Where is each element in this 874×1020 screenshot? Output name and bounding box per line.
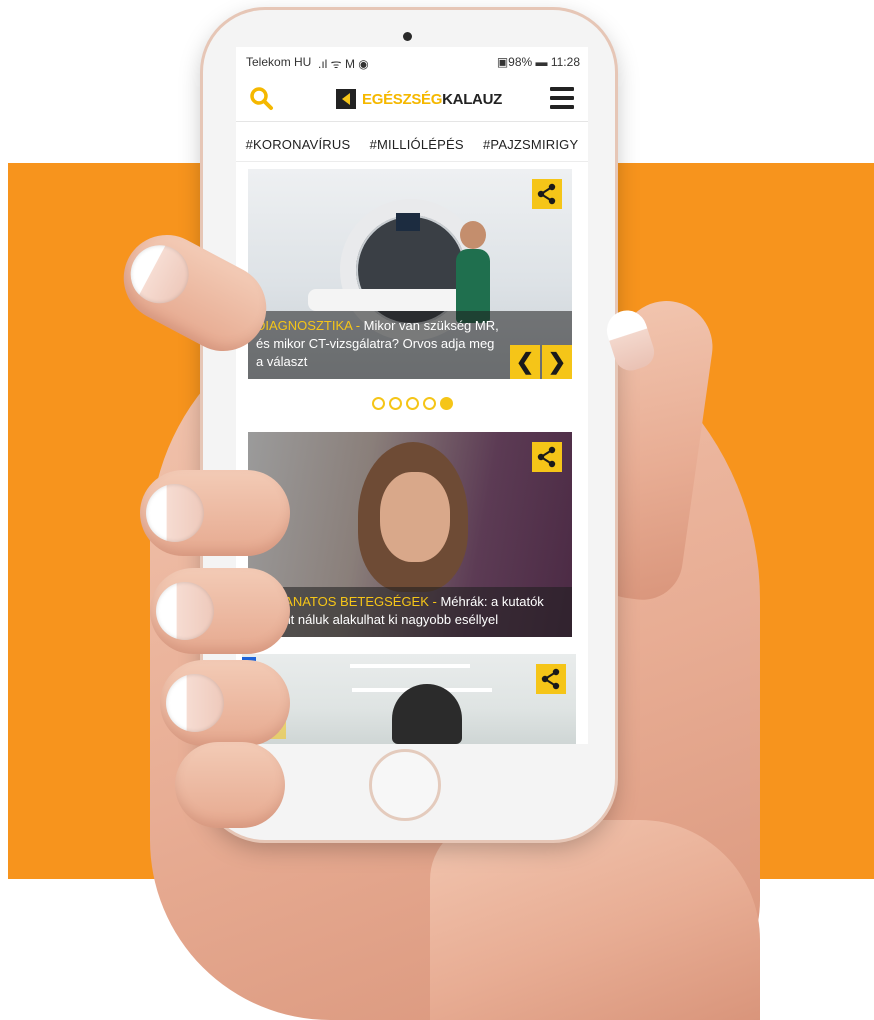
middle-finger <box>140 470 290 556</box>
carousel-dot[interactable] <box>422 397 436 410</box>
doctor-head <box>460 221 486 249</box>
hand-wrist <box>430 820 760 1020</box>
carousel-dot[interactable] <box>388 397 402 410</box>
carousel-next-button[interactable]: ❯ <box>542 345 572 379</box>
carousel-dot[interactable] <box>371 397 385 410</box>
carousel-dot[interactable] <box>439 397 453 410</box>
phone-screen: Telekom HU .ıl ᯤ M ◉ ▣98% ▬ 11:28 EGÉSZS… <box>236 47 588 744</box>
hamburger-menu-icon[interactable] <box>550 87 574 109</box>
little-finger <box>160 660 290 746</box>
logo-text-part2: KALAUZ <box>442 90 502 108</box>
front-camera <box>403 32 412 41</box>
carousel-dots <box>236 397 588 410</box>
article-card-partial[interactable] <box>242 654 576 744</box>
battery-time: ▣98% ▬ 11:28 <box>496 55 580 69</box>
fingernail <box>156 582 214 640</box>
share-button[interactable] <box>536 664 566 694</box>
site-header: EGÉSZSÉG KALAUZ <box>236 77 588 122</box>
logo-mark-icon <box>336 89 356 109</box>
carousel-arrows: ❮ ❯ <box>510 345 572 379</box>
search-icon[interactable] <box>248 85 274 111</box>
share-button[interactable] <box>532 442 562 472</box>
slide-category[interactable]: DIAGNOSZTIKA <box>256 318 352 333</box>
home-button[interactable] <box>369 749 441 821</box>
article-caption: DAGANATOS BETEGSÉGEK - Méhrák: a kutatók… <box>248 587 572 637</box>
share-button[interactable] <box>532 179 562 209</box>
site-logo[interactable]: EGÉSZSÉG KALAUZ <box>336 87 502 111</box>
person-figure <box>392 684 462 744</box>
tag-bar: #KORONAVÍRUS #MILLIÓLÉPÉS #PAJZSMIRIGY <box>236 127 588 162</box>
fingernail <box>146 484 204 542</box>
slide-separator: - <box>352 318 364 333</box>
logo-text-part1: EGÉSZSÉG <box>362 90 443 108</box>
article-image-partial <box>242 654 576 744</box>
tag-koronavirus[interactable]: #KORONAVÍRUS <box>246 137 351 152</box>
article-separator: - <box>428 594 441 609</box>
mri-monitor <box>396 213 420 231</box>
carrier-label: Telekom HU <box>246 55 312 69</box>
little-finger-tip <box>175 742 285 828</box>
share-icon <box>537 183 556 205</box>
article-card[interactable]: DAGANATOS BETEGSÉGEK - Méhrák: a kutatók… <box>248 432 572 637</box>
share-icon <box>537 446 556 468</box>
tag-millio-lepes[interactable]: #MILLIÓLÉPÉS <box>370 137 464 152</box>
signal-icons: .ıl ᯤ M ◉ <box>318 57 369 71</box>
kitchen-shelf <box>350 664 470 668</box>
carousel-dot[interactable] <box>405 397 419 410</box>
fingernail <box>166 674 224 732</box>
status-bar: Telekom HU .ıl ᯤ M ◉ ▣98% ▬ 11:28 <box>236 47 588 77</box>
share-icon <box>541 668 560 690</box>
carousel-prev-button[interactable]: ❮ <box>510 345 540 379</box>
patient-bed <box>308 289 478 311</box>
woman-face <box>380 472 450 562</box>
tag-pajzsmirigy[interactable]: #PAJZSMIRIGY <box>483 137 578 152</box>
ring-finger <box>150 568 290 654</box>
carousel-slide[interactable]: DIAGNOSZTIKA - Mikor van szükség MR, és … <box>248 169 572 379</box>
